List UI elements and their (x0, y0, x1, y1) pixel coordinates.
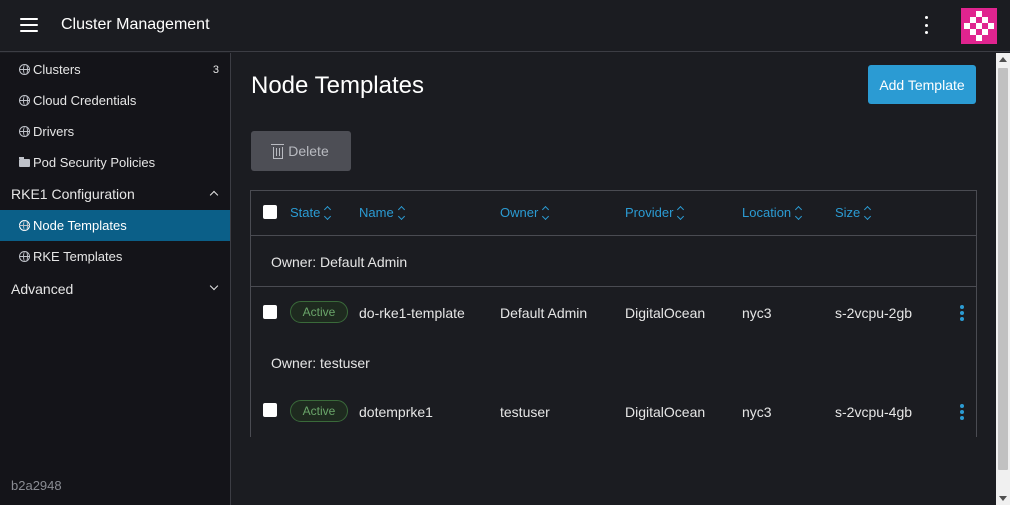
sidebar-item-label: Node Templates (33, 218, 127, 233)
vertical-scrollbar[interactable] (996, 53, 1010, 505)
column-label: Owner (500, 205, 539, 220)
cell-size: s-2vcpu-4gb (835, 404, 913, 420)
sort-icon (864, 205, 872, 220)
sort-icon (397, 205, 405, 220)
sidebar-item-clusters[interactable]: Clusters 3 (0, 54, 230, 85)
hamburger-icon[interactable] (20, 18, 38, 32)
sort-icon (795, 205, 803, 220)
node-templates-table: State Name Owner Provider Location Size … (250, 190, 977, 437)
cell-location: nyc3 (742, 305, 772, 321)
page-title: Node Templates (251, 72, 424, 99)
cell-owner: testuser (500, 404, 550, 420)
scroll-down-arrow-icon[interactable] (999, 496, 1007, 501)
scroll-up-arrow-icon[interactable] (999, 57, 1007, 62)
column-header-size[interactable]: Size (835, 205, 872, 220)
cell-location: nyc3 (742, 404, 772, 420)
column-label: Name (359, 205, 394, 220)
scrollbar-thumb[interactable] (998, 68, 1008, 470)
sidebar-item-label: RKE Templates (33, 249, 123, 264)
globe-icon (19, 64, 30, 75)
cell-size: s-2vcpu-2gb (835, 305, 913, 321)
column-header-provider[interactable]: Provider (625, 205, 685, 220)
sidebar-group-label: RKE1 Configuration (11, 185, 135, 202)
chevron-up-icon (209, 190, 219, 200)
top-header: Cluster Management (0, 0, 1010, 52)
globe-icon (19, 95, 30, 106)
chevron-down-icon (209, 281, 219, 291)
sidebar-item-label: Clusters (33, 62, 81, 77)
row-checkbox[interactable] (263, 305, 277, 319)
globe-icon (19, 251, 30, 262)
row-actions-icon[interactable] (960, 404, 964, 420)
trash-icon (271, 143, 285, 159)
row-actions-icon[interactable] (960, 305, 964, 321)
sidebar-item-rke-templates[interactable]: RKE Templates (0, 241, 230, 272)
sidebar-group-label: Advanced (11, 280, 74, 297)
status-badge: Active (290, 301, 348, 323)
globe-icon (19, 126, 30, 137)
sidebar-item-cloud-credentials[interactable]: Cloud Credentials (0, 85, 230, 116)
column-label: State (290, 205, 321, 220)
sidebar-item-label: Pod Security Policies (33, 155, 156, 170)
sort-icon (324, 205, 332, 220)
column-header-name[interactable]: Name (359, 205, 405, 220)
sidebar-item-label: Drivers (33, 124, 75, 139)
sidebar-item-drivers[interactable]: Drivers (0, 116, 230, 147)
sort-icon (542, 205, 550, 220)
kebab-icon[interactable] (920, 16, 932, 34)
sidebar-item-pod-security-policies[interactable]: Pod Security Policies (0, 147, 230, 178)
sidebar: Clusters 3 Cloud Credentials Drivers Pod… (0, 53, 231, 505)
cell-provider: DigitalOcean (625, 404, 706, 420)
delete-button[interactable]: Delete (251, 131, 351, 171)
column-label: Size (835, 205, 861, 220)
table-row[interactable]: Active dotemprke1 testuser DigitalOcean … (251, 387, 976, 437)
group-label: Owner: testuser (271, 355, 370, 371)
group-header-row: Owner: testuser (251, 338, 976, 388)
sidebar-group-advanced[interactable]: Advanced (0, 273, 230, 304)
status-badge: Active (290, 400, 348, 422)
table-header: State Name Owner Provider Location Size (251, 191, 976, 236)
main-content: Node Templates Add Template Delete State… (232, 53, 996, 505)
column-header-location[interactable]: Location (742, 205, 803, 220)
app-title: Cluster Management (61, 16, 210, 33)
cell-name: do-rke1-template (359, 305, 465, 321)
row-checkbox[interactable] (263, 403, 277, 417)
version-label: b2a2948 (11, 478, 62, 493)
column-label: Provider (625, 205, 674, 220)
group-label: Owner: Default Admin (271, 254, 408, 270)
sidebar-item-node-templates[interactable]: Node Templates (0, 210, 230, 241)
cell-owner: Default Admin (500, 305, 588, 321)
column-label: Location (742, 205, 792, 220)
group-header-row: Owner: Default Admin (251, 237, 976, 287)
table-row[interactable]: Active do-rke1-template Default Admin Di… (251, 288, 976, 338)
cell-provider: DigitalOcean (625, 305, 706, 321)
sidebar-item-label: Cloud Credentials (33, 93, 137, 108)
folder-icon (19, 156, 30, 167)
sidebar-group-rke1-configuration[interactable]: RKE1 Configuration (0, 178, 230, 209)
column-header-state[interactable]: State (290, 205, 332, 220)
column-header-owner[interactable]: Owner (500, 205, 550, 220)
add-template-button[interactable]: Add Template (868, 65, 976, 104)
delete-button-label: Delete (288, 143, 329, 159)
user-avatar-logo[interactable] (961, 8, 997, 44)
sort-icon (677, 205, 685, 220)
cell-name: dotemprke1 (359, 404, 433, 420)
globe-icon (19, 220, 30, 231)
cluster-count-badge: 3 (212, 63, 219, 76)
select-all-checkbox[interactable] (263, 205, 277, 219)
